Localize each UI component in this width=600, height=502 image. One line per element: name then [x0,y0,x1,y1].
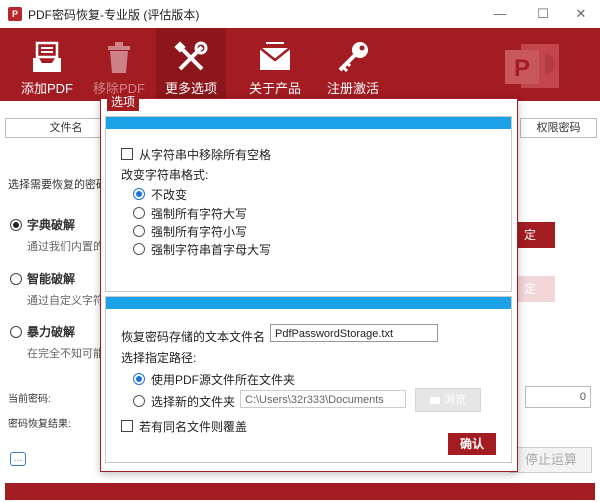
folder-path-input[interactable]: C:\Users\32r333\Documents [240,390,406,408]
format-uppercase-radio[interactable] [133,207,145,219]
dictionary-attack-radio[interactable] [10,219,22,231]
smart-attack-label: 智能破解 [27,272,76,286]
choose-new-folder-radio[interactable] [133,395,145,407]
options-dialog-title: 选项 [107,94,140,111]
svg-text:P: P [514,55,530,82]
overwrite-checkbox[interactable] [121,420,133,432]
format-lowercase-radio[interactable] [133,225,145,237]
chat-bubble-icon[interactable]: … [10,452,26,466]
maximize-button[interactable]: ☐ [528,4,558,24]
recovery-result-label: 密码恢复结果: [8,419,71,430]
format-lowercase-label: 强制所有字符小写 [151,225,248,239]
more-options-button[interactable]: 更多选项 [156,28,226,101]
panel-header-bar [106,117,511,129]
column-permission-password[interactable]: 权限密码 [520,118,597,138]
dictionary-attack-label: 字典破解 [27,218,76,232]
storage-file-input[interactable]: PdfPasswordStorage.txt [270,324,438,342]
browse-button[interactable]: 浏览 [415,388,481,412]
use-source-folder-radio[interactable] [133,373,145,385]
format-unchanged-radio[interactable] [133,188,145,200]
storage-file-label: 恢复密码存储的文本文件名 [121,330,266,344]
progress-count-field: 0 [525,386,591,408]
stop-computation-button[interactable]: 停止运算 [510,447,592,473]
trash-can-icon [108,42,130,73]
format-capitalize-label: 强制字符串首字母大写 [151,243,272,257]
brute-force-label: 暴力破解 [27,325,76,339]
confirm-button[interactable]: 确认 [448,433,496,455]
choose-recovery-label: 选择需要恢复的密码 [8,179,107,191]
powerpoint-logo-icon: P [505,44,559,88]
key-icon [338,42,368,73]
choose-new-folder-label: 选择新的文件夹 [151,395,236,409]
envelope-icon [259,42,291,70]
smart-attack-desc: 通过自定义字符 [27,295,104,307]
remove-pdf-button[interactable]: 移除PDF [86,28,152,101]
smart-attack-radio[interactable] [10,273,22,285]
panel-header-bar [106,297,511,309]
about-button[interactable]: 关于产品 [240,28,310,101]
inbox-tray-icon [33,41,61,72]
window-title: PDF密码恢复-专业版 (评估版本) [28,8,200,22]
format-label: 改变字符串格式: [121,168,209,182]
dictionary-attack-desc: 通过我们内置的 [27,241,104,253]
pdf-app-icon: P [8,7,22,21]
format-uppercase-label: 强制所有字符大写 [151,207,248,221]
add-pdf-button[interactable]: 添加PDF [12,28,82,101]
register-label: 注册激活 [326,81,379,96]
format-options-panel [105,116,512,292]
about-label: 关于产品 [248,81,301,96]
brute-force-radio[interactable] [10,326,22,338]
current-password-label: 当前密码: [8,394,51,405]
close-button[interactable]: ✕ [566,4,596,24]
register-button[interactable]: 注册激活 [316,28,390,101]
remove-spaces-label: 从字符串中移除所有空格 [139,148,272,162]
overwrite-label: 若有同名文件则覆盖 [139,420,248,434]
format-capitalize-radio[interactable] [133,243,145,255]
more-options-label: 更多选项 [164,81,217,96]
format-unchanged-label: 不改变 [151,188,188,202]
path-label: 选择指定路径: [121,351,197,365]
brute-force-desc: 在完全不知可能 [27,348,104,360]
add-pdf-label: 添加PDF [20,81,73,96]
status-bar [5,483,595,500]
folder-icon [430,396,440,404]
browse-label: 浏览 [444,394,466,406]
remove-spaces-checkbox[interactable] [121,148,133,160]
use-source-folder-label: 使用PDF源文件所在文件夹 [151,373,296,387]
minimize-button[interactable]: — [485,4,515,24]
tools-icon [174,41,208,71]
